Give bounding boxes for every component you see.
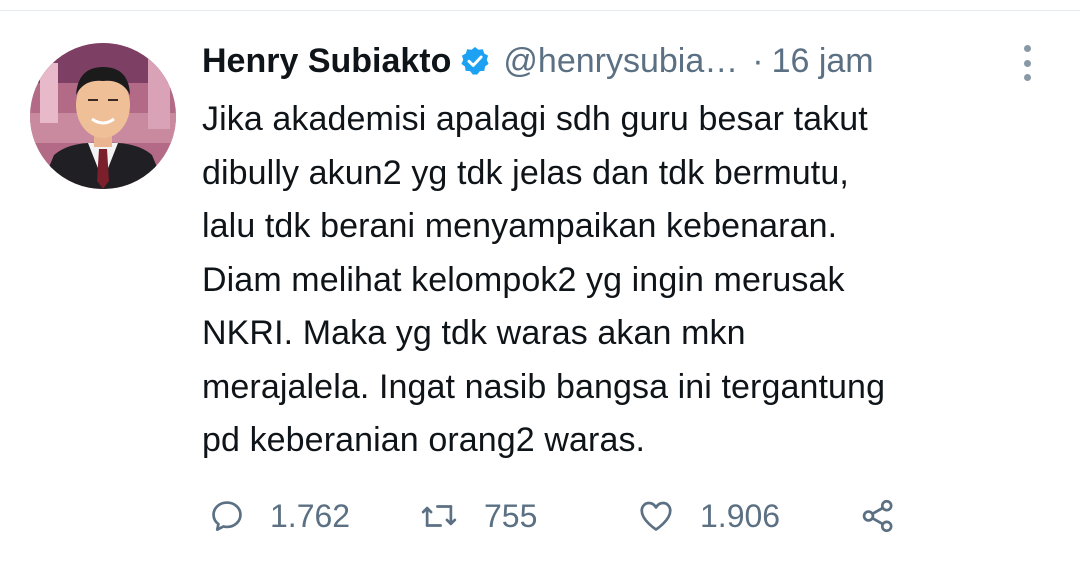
tweet-text-line: dibully akun2 yg tdk jelas dan tdk bermu… <box>202 153 849 192</box>
tweet-header: Henry Subiakto @henrysubia… · 16 jam <box>202 41 874 81</box>
tweet-text-line: NKRI. Maka yg tdk waras akan mkn <box>202 314 746 352</box>
tweet-actions: 1.762 755 1.906 <box>208 493 968 539</box>
retweet-count: 755 <box>484 497 538 534</box>
tweet-text-line: lalu tdk berani menyampaikan kebenaran. <box>202 207 838 245</box>
reply-count: 1.762 <box>270 497 351 534</box>
tweet-card[interactable]: Henry Subiakto @henrysubia… · 16 jam Jik… <box>0 11 1080 562</box>
avatar[interactable] <box>30 43 176 189</box>
reply-button[interactable]: 1.762 <box>208 493 350 539</box>
verified-badge-icon <box>459 45 491 77</box>
share-button[interactable] <box>858 493 898 539</box>
tweet-text-line: Jika akademisi apalagi sdh guru besar ta… <box>202 100 868 138</box>
tweet-text-line: merajalela. Ingat nasib bangsa ini terga… <box>202 367 886 406</box>
retweet-icon <box>418 497 460 535</box>
retweet-button[interactable]: 755 <box>418 493 537 539</box>
tweet-text-line: pd keberanian orang2 waras. <box>202 421 646 459</box>
share-icon <box>858 497 898 535</box>
user-handle[interactable]: @henrysubia… <box>503 42 738 81</box>
tweet-text: Jika akademisi apalagi sdh guru besar ta… <box>202 93 1052 468</box>
tweet-text-line: Diam melihat kelompok2 yg ingin merusak <box>202 260 845 299</box>
reply-icon <box>208 497 246 535</box>
heart-icon <box>636 497 676 535</box>
more-options-icon[interactable] <box>1012 45 1042 81</box>
meta-separator: · <box>752 41 764 80</box>
tweet-timestamp[interactable]: 16 jam <box>772 42 874 81</box>
top-divider <box>0 0 1080 11</box>
like-button[interactable]: 1.906 <box>636 493 780 539</box>
avatar-photo <box>30 43 176 189</box>
display-name[interactable]: Henry Subiakto <box>202 42 451 81</box>
like-count: 1.906 <box>700 497 781 534</box>
